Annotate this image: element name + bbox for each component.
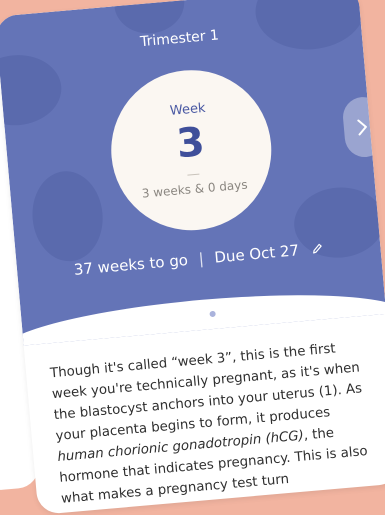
weeks-to-go: 37 weeks to go — [73, 250, 189, 279]
week-circle: Week 3 3 weeks & 0 days — [104, 63, 278, 237]
week-card: Trimester 1 Week 3 3 weeks & 0 days 37 w… — [0, 0, 385, 515]
week-detail: 3 weeks & 0 days — [141, 177, 249, 201]
separator: | — [197, 249, 205, 268]
pager-dot-active[interactable] — [191, 312, 199, 319]
pencil-icon[interactable] — [311, 240, 325, 259]
next-week-button[interactable] — [341, 95, 385, 159]
due-date: Due Oct 27 — [213, 241, 300, 267]
week-number: 3 — [174, 119, 207, 168]
divider — [187, 173, 200, 176]
week-description: Though it's called “week 3”, this is the… — [49, 336, 381, 510]
decor-blob — [0, 51, 65, 130]
pager-dot[interactable] — [208, 310, 216, 318]
decor-blob — [28, 168, 107, 265]
chevron-right-icon — [355, 117, 371, 142]
